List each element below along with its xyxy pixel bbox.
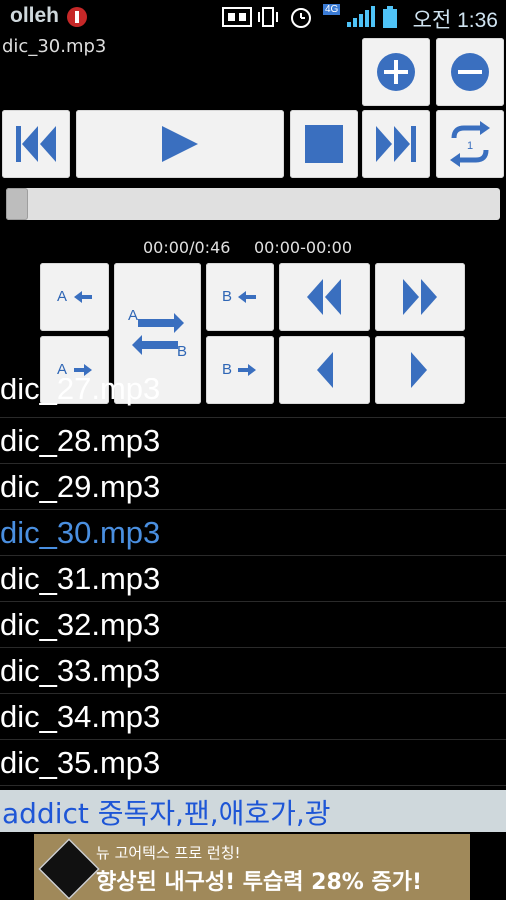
network-badge: 4G — [323, 4, 341, 15]
progress-slider[interactable] — [6, 188, 500, 220]
phone-vibrate-icon — [258, 7, 278, 27]
dictionary-text: addict 중독자,팬,애호가,광 — [2, 797, 331, 830]
playlist-item-partial[interactable]: dic_27.mp3 — [0, 378, 506, 418]
ad-headline: 뉴 고어텍스 프로 런칭! — [96, 844, 241, 862]
set-a-back-button[interactable]: A — [40, 263, 109, 331]
playlist-item[interactable]: dic_32.mp3 — [0, 602, 506, 648]
playlist-item[interactable]: dic_29.mp3 — [0, 464, 506, 510]
time-display: 00:00/0:46 — [143, 238, 231, 257]
notification-icon — [67, 7, 87, 27]
playlist-item[interactable]: dic_35.mp3 — [0, 740, 506, 786]
fast-forward-icon — [403, 279, 437, 315]
stop-icon — [305, 125, 343, 163]
alarm-icon — [291, 8, 311, 28]
progress-slider-thumb[interactable] — [6, 188, 28, 220]
dictionary-bar[interactable]: addict 중독자,팬,애호가,광 — [0, 790, 506, 832]
arrow-left-icon — [74, 291, 92, 303]
playlist-item[interactable]: dic_34.mp3 — [0, 694, 506, 740]
repeat-one-icon: 1 — [450, 121, 490, 167]
playlist-item[interactable]: dic_28.mp3 — [0, 418, 506, 464]
rewind-icon — [307, 279, 341, 315]
sync-icon — [222, 7, 252, 27]
carrier-name: olleh — [10, 4, 60, 27]
playlist-item[interactable]: dic_33.mp3 — [0, 648, 506, 694]
gore-tex-logo — [38, 838, 100, 900]
ad-banner[interactable]: 뉴 고어텍스 프로 런칭! 향상된 내구성! 투습력 28% 증가! — [34, 834, 470, 900]
stop-button[interactable] — [290, 110, 358, 178]
signal-icon — [347, 6, 375, 27]
rewind-button[interactable] — [279, 263, 370, 331]
ad-subheadline: 향상된 내구성! 투습력 28% 증가! — [96, 870, 423, 895]
playlist-item[interactable]: dic_31.mp3 — [0, 556, 506, 602]
playlist-item[interactable]: dic_30.mp3 — [0, 510, 506, 556]
set-b-back-button[interactable]: B — [206, 263, 274, 331]
svg-text:1: 1 — [467, 140, 473, 152]
current-track-title: dic_30.mp3 — [2, 36, 107, 57]
skip-previous-icon — [16, 126, 56, 162]
arrow-left-icon — [238, 291, 256, 303]
playlist: dic_27.mp3 dic_28.mp3 dic_29.mp3 dic_30.mp… — [0, 378, 506, 790]
play-icon — [162, 126, 198, 162]
fast-forward-button[interactable] — [375, 263, 465, 331]
play-button[interactable] — [76, 110, 284, 178]
skip-next-icon — [376, 126, 416, 162]
increase-button[interactable] — [362, 38, 430, 106]
clock: 오전 1:36 — [412, 9, 498, 32]
plus-icon — [377, 53, 415, 91]
previous-track-button[interactable] — [2, 110, 70, 178]
decrease-button[interactable] — [436, 38, 504, 106]
next-track-button[interactable] — [362, 110, 430, 178]
minus-icon — [451, 53, 489, 91]
status-bar: olleh 4G 오전 1:36 — [0, 0, 506, 34]
repeat-one-button[interactable]: 1 — [436, 110, 504, 178]
battery-icon — [383, 6, 397, 28]
ab-range-display: 00:00-00:00 — [254, 238, 352, 257]
